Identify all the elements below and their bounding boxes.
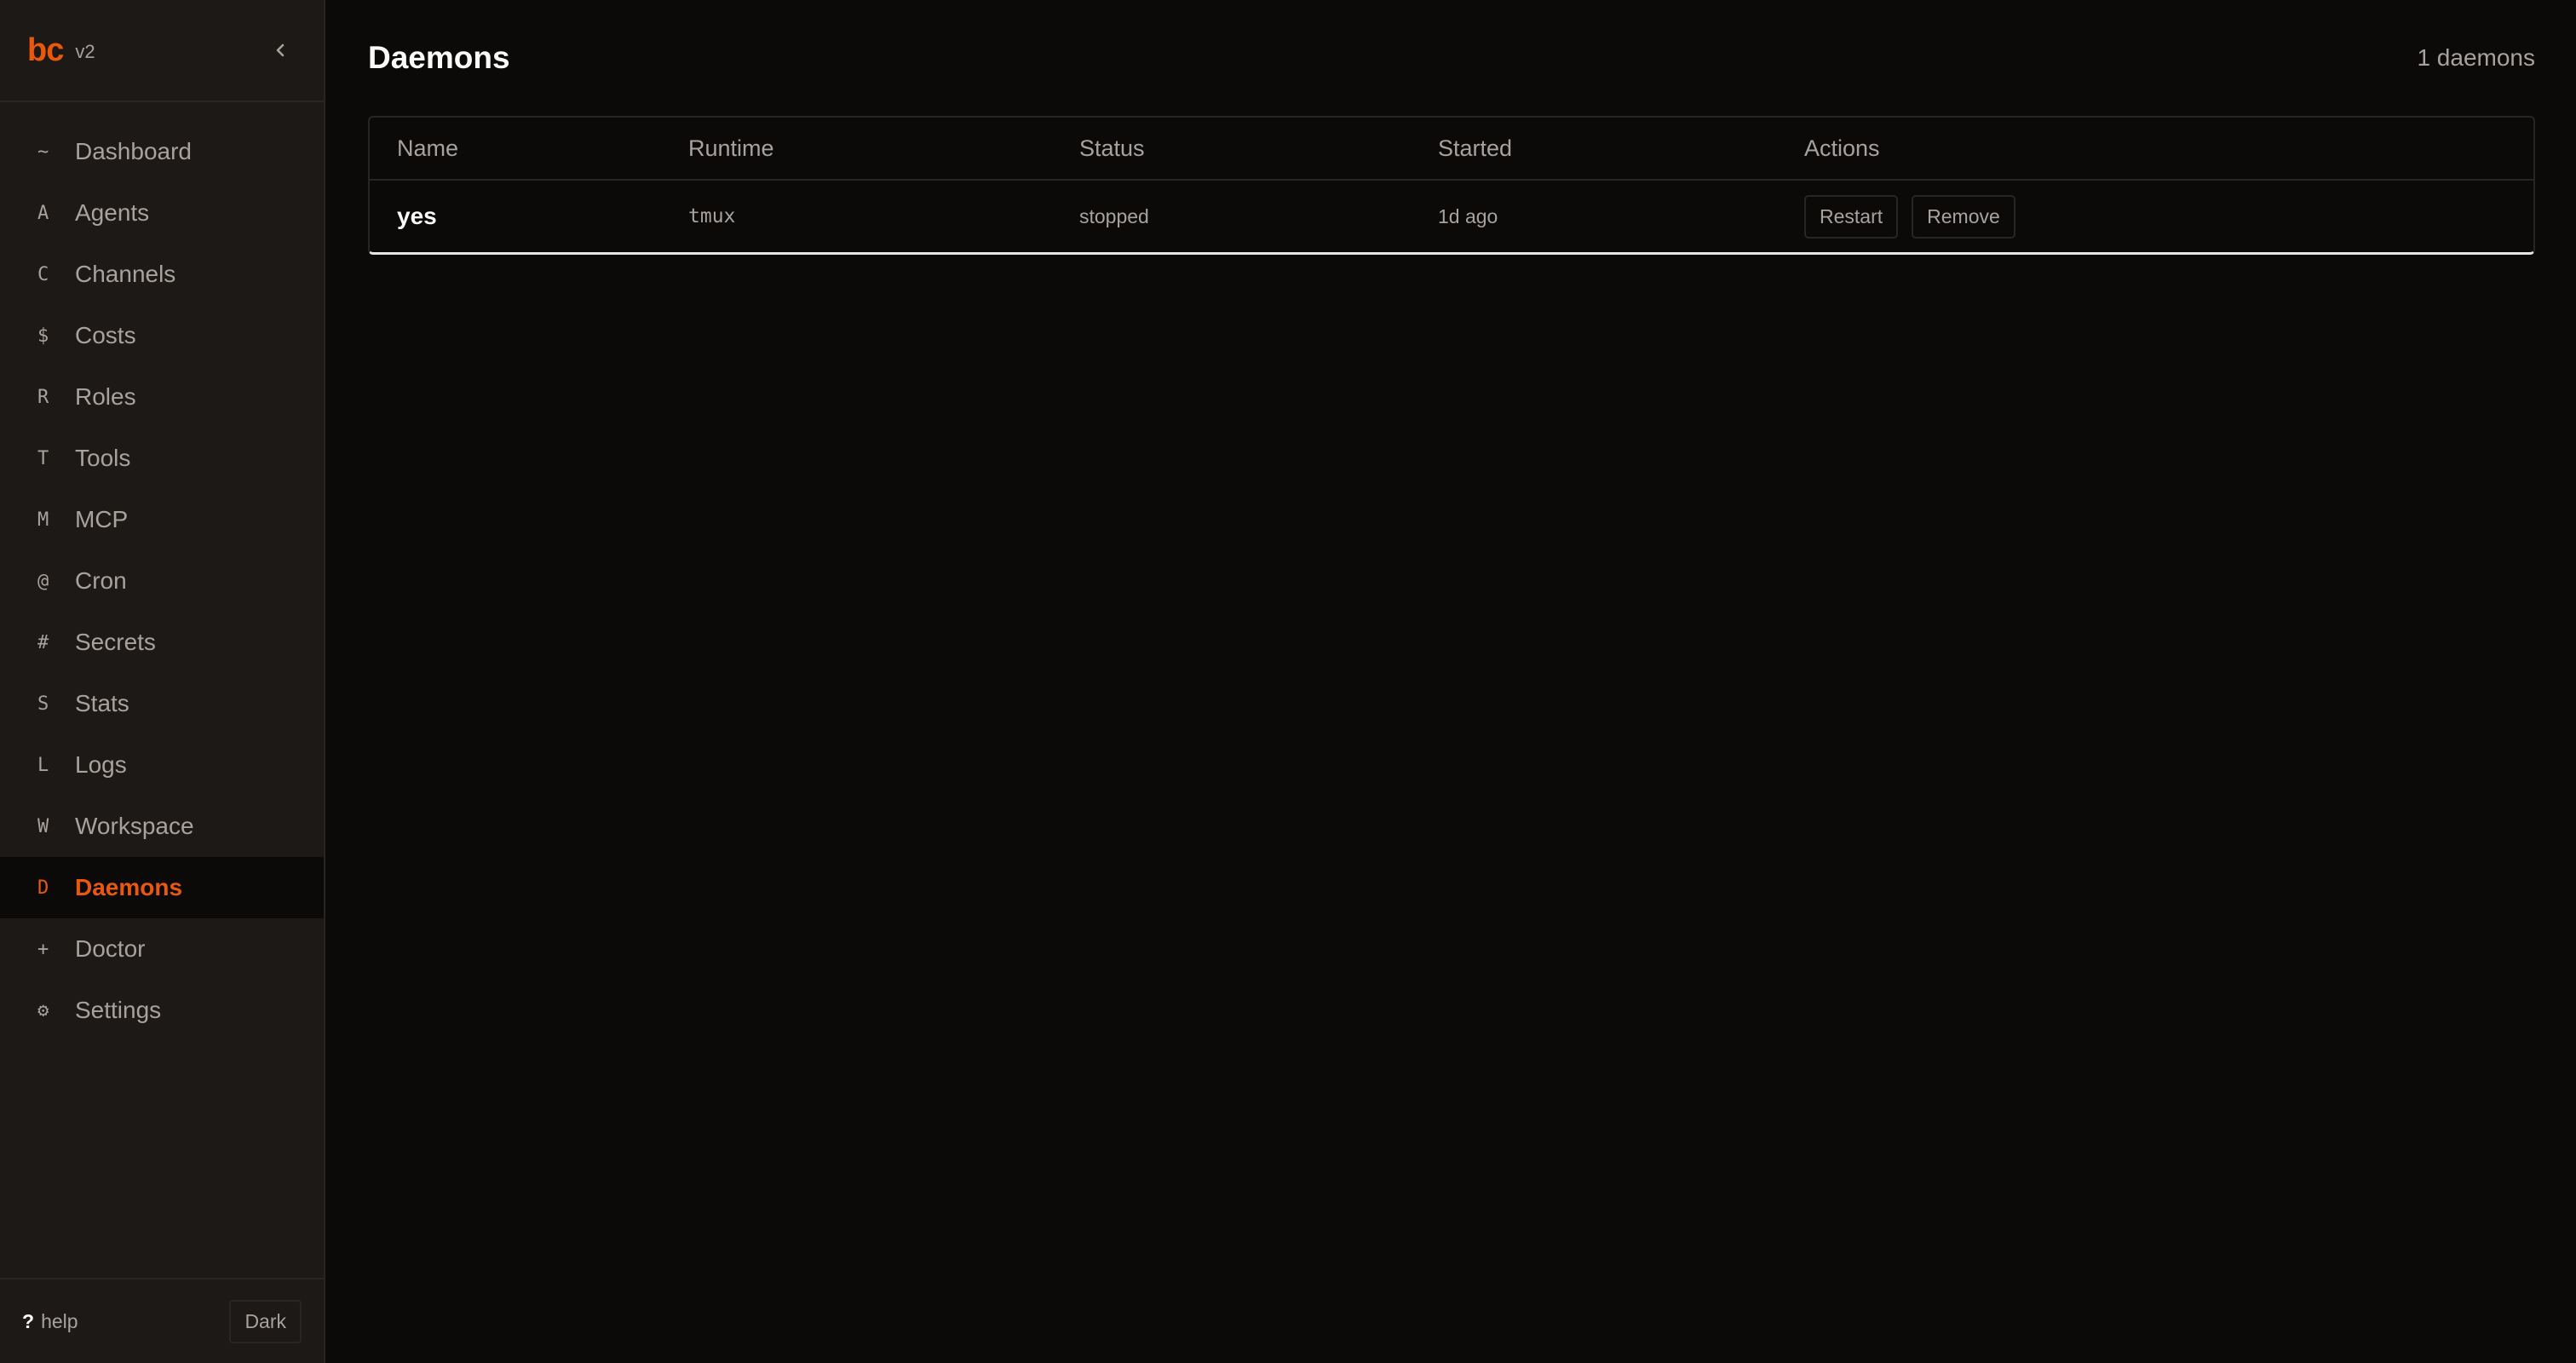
- column-header-name: Name: [397, 135, 459, 161]
- version-label: v2: [75, 41, 95, 62]
- sidebar-item-label: Channels: [75, 261, 176, 287]
- sidebar-item-label: Cron: [75, 567, 127, 594]
- row-actions: Restart Remove: [1804, 194, 2533, 239]
- dashboard-icon: ~: [37, 141, 49, 163]
- sidebar-nav: ~ Dashboard A Agents C Channels $ Costs …: [0, 121, 324, 1041]
- sidebar-item-label: Roles: [75, 383, 136, 410]
- daemons-icon: D: [37, 877, 49, 899]
- chevron-left-icon: [276, 43, 285, 57]
- sidebar-item-secrets[interactable]: # Secrets: [0, 612, 324, 673]
- sidebar-item-tools[interactable]: T Tools: [0, 428, 324, 489]
- agents-icon: A: [37, 202, 49, 224]
- sidebar-item-label: Tools: [75, 445, 131, 471]
- sidebar-item-settings[interactable]: ⚙ Settings: [0, 980, 324, 1041]
- daemon-name: yes: [397, 203, 437, 229]
- help-label: help: [41, 1309, 78, 1332]
- table-header: Name Runtime Status Started Actions: [370, 118, 2533, 181]
- sidebar-item-label: Agents: [75, 199, 150, 226]
- column-header-runtime: Runtime: [688, 135, 774, 161]
- sidebar-header: bc v2: [0, 0, 324, 102]
- app-root: bc v2 ~ Dashboard A Agents C Channels $ …: [0, 0, 2576, 1363]
- sidebar-item-label: Stats: [75, 690, 129, 716]
- sidebar-item-workspace[interactable]: W Workspace: [0, 796, 324, 857]
- roles-icon: R: [37, 386, 49, 408]
- sidebar-item-roles[interactable]: R Roles: [0, 366, 324, 428]
- sidebar-item-label: Settings: [75, 997, 162, 1023]
- mcp-icon: M: [37, 509, 49, 531]
- sidebar-item-daemons[interactable]: D Daemons: [0, 857, 324, 918]
- logs-icon: L: [37, 754, 49, 776]
- logo[interactable]: bc: [27, 32, 64, 69]
- daemon-started: 1d ago: [1438, 204, 1498, 227]
- tools-icon: T: [37, 447, 49, 469]
- column-header-status: Status: [1079, 135, 1145, 161]
- help-link[interactable]: ? help: [22, 1310, 78, 1333]
- sidebar-item-logs[interactable]: L Logs: [0, 734, 324, 796]
- sidebar-item-label: MCP: [75, 506, 129, 532]
- question-icon: ?: [22, 1309, 35, 1332]
- secrets-icon: #: [37, 631, 49, 653]
- remove-button[interactable]: Remove: [1912, 194, 2015, 239]
- doctor-icon: +: [37, 938, 49, 960]
- page-header: Daemons 1 daemons: [368, 0, 2535, 116]
- column-header-actions: Actions: [1804, 135, 1880, 161]
- sidebar-footer: ? help Dark: [0, 1278, 324, 1363]
- column-header-started: Started: [1438, 135, 1513, 161]
- collapse-sidebar-button[interactable]: [269, 39, 291, 61]
- page-title: Daemons: [368, 40, 510, 75]
- sidebar-item-cron[interactable]: @ Cron: [0, 550, 324, 612]
- theme-toggle-button[interactable]: Dark: [229, 1299, 302, 1343]
- sidebar-item-dashboard[interactable]: ~ Dashboard: [0, 121, 324, 182]
- sidebar: bc v2 ~ Dashboard A Agents C Channels $ …: [0, 0, 325, 1363]
- restart-button[interactable]: Restart: [1804, 194, 1899, 239]
- sidebar-item-mcp[interactable]: M MCP: [0, 489, 324, 550]
- sidebar-item-label: Costs: [75, 322, 136, 348]
- daemons-table: Name Runtime Status Started Actions yes …: [368, 116, 2535, 255]
- sidebar-item-label: Dashboard: [75, 138, 192, 164]
- sidebar-item-costs[interactable]: $ Costs: [0, 305, 324, 366]
- costs-icon: $: [37, 325, 49, 347]
- daemon-runtime: tmux: [688, 205, 736, 227]
- sidebar-item-label: Daemons: [75, 874, 183, 900]
- table-row: yes tmux stopped 1d ago Restart Remove: [370, 181, 2533, 252]
- stats-icon: S: [37, 693, 49, 715]
- sidebar-item-label: Doctor: [75, 935, 146, 962]
- daemon-count: 1 daemons: [2417, 44, 2535, 71]
- sidebar-item-agents[interactable]: A Agents: [0, 182, 324, 244]
- sidebar-item-label: Logs: [75, 751, 127, 778]
- sidebar-item-label: Workspace: [75, 813, 194, 839]
- sidebar-item-label: Secrets: [75, 629, 156, 655]
- daemon-status: stopped: [1079, 204, 1149, 227]
- workspace-icon: W: [37, 815, 49, 837]
- main-content: Daemons 1 daemons Name Runtime Status St…: [325, 0, 2576, 1363]
- cron-icon: @: [37, 570, 49, 592]
- sidebar-item-doctor[interactable]: + Doctor: [0, 918, 324, 980]
- gear-icon: ⚙: [37, 999, 49, 1021]
- channels-icon: C: [37, 263, 49, 285]
- sidebar-item-stats[interactable]: S Stats: [0, 673, 324, 734]
- sidebar-item-channels[interactable]: C Channels: [0, 244, 324, 305]
